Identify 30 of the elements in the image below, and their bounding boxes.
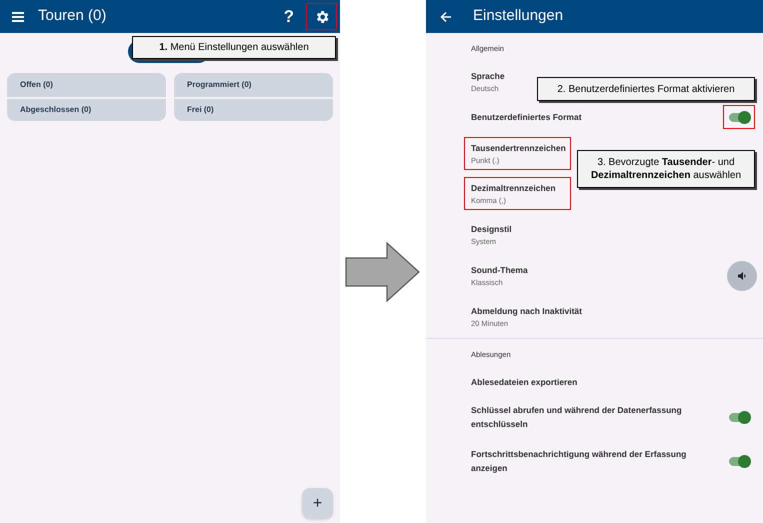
instruction-tooltip: 2. Benutzerdefiniertes Format aktivieren xyxy=(537,77,755,101)
toggle-switch[interactable] xyxy=(729,112,749,122)
setting-title: Tausendertrennzeichen xyxy=(471,142,567,155)
toggle-switch[interactable] xyxy=(729,456,749,466)
speaker-button[interactable] xyxy=(727,260,757,290)
setting-title[interactable]: Sound-Thema xyxy=(471,263,528,277)
setting-title[interactable]: Designstil xyxy=(471,222,512,236)
setting-title[interactable]: Schlüssel abrufen und während der Datenerfassung entschlüsseln xyxy=(471,403,711,431)
instruction-tooltip: 3. Bevorzugte Tausender- und Dezimaltrennzeichen auswählen xyxy=(577,150,755,188)
setting-title[interactable]: Fortschrittsbenachrichtigung während der Erfassung anzeigen xyxy=(471,447,711,475)
setting-title[interactable]: Abmeldung nach Inaktivität xyxy=(471,304,582,318)
status-filter-button[interactable]: Offen (0) xyxy=(7,73,166,97)
setting-title[interactable]: Ablesedateien exportieren xyxy=(471,375,578,389)
setting-title: Dezimaltrennzeichen xyxy=(471,182,557,195)
back-icon[interactable] xyxy=(440,10,452,22)
screen-title: Touren (0) xyxy=(38,6,106,26)
arrow-icon xyxy=(345,242,421,302)
status-filter-button[interactable]: Programmiert (0) xyxy=(174,73,333,97)
screen-title: Einstellungen xyxy=(473,6,564,26)
instruction-tooltip: 1. Menü Einstellungen auswählen xyxy=(132,36,336,59)
status-filter-button[interactable]: Frei (0) xyxy=(174,97,333,121)
setting-title[interactable]: Sprache xyxy=(471,69,505,83)
status-filter-button[interactable]: Abgeschlossen (0) xyxy=(7,97,166,121)
toggle-switch[interactable] xyxy=(729,412,749,422)
settings-button[interactable] xyxy=(306,3,337,30)
add-button[interactable]: + xyxy=(302,488,333,519)
setting-title[interactable]: Benutzerdefiniertes Format xyxy=(471,110,582,124)
menu-icon[interactable] xyxy=(12,12,24,22)
speaker-icon[interactable] xyxy=(737,270,747,280)
help-button[interactable]: ? xyxy=(284,4,294,30)
